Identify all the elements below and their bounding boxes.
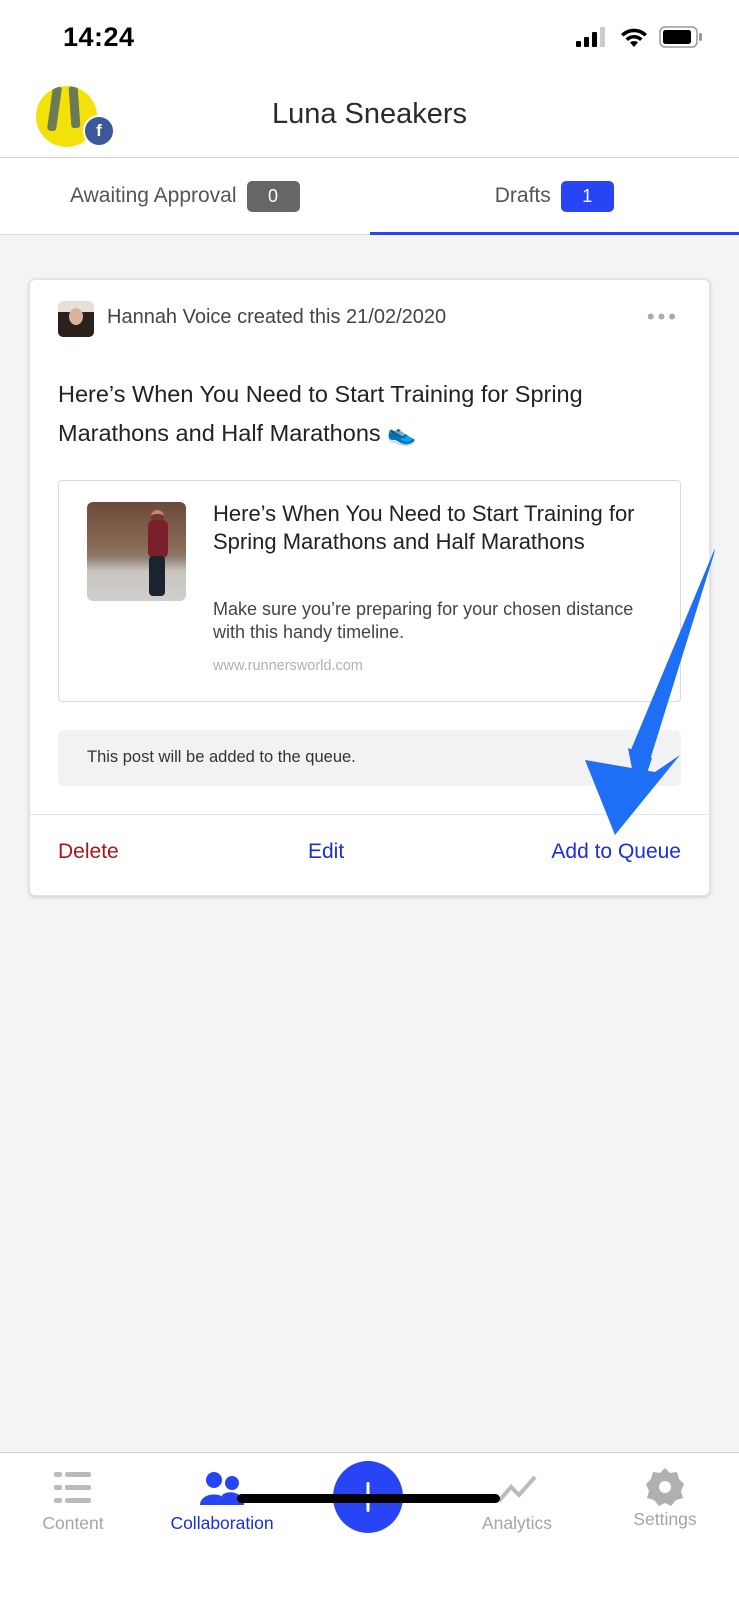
more-options-button[interactable]: ••• — [647, 304, 679, 330]
tab-drafts[interactable]: Drafts 1 — [369, 158, 739, 235]
home-indicator[interactable] — [237, 1494, 500, 1503]
nav-content[interactable]: Content — [8, 1471, 138, 1534]
author-avatar — [58, 301, 94, 337]
link-thumbnail — [87, 502, 186, 601]
app-header: f Luna Sneakers — [0, 80, 739, 158]
post-meta: Hannah Voice created this 21/02/2020 — [107, 306, 447, 328]
nav-label: Settings — [633, 1509, 697, 1529]
list-icon — [54, 1472, 91, 1503]
edit-button[interactable]: Edit — [308, 840, 344, 864]
active-tab-indicator — [369, 232, 739, 235]
link-url: www.runnersworld.com — [213, 658, 363, 674]
annotation-arrow-icon — [585, 548, 715, 835]
nav-label: Analytics — [481, 1513, 553, 1533]
status-time: 14:24 — [63, 22, 135, 52]
nav-settings[interactable]: Settings — [600, 1468, 730, 1530]
count-badge: 0 — [246, 180, 300, 212]
tab-awaiting-approval[interactable]: Awaiting Approval 0 — [0, 158, 370, 234]
tab-label: Drafts — [494, 184, 551, 207]
page-title: Luna Sneakers — [271, 98, 468, 130]
delete-button[interactable]: Delete — [58, 840, 119, 864]
status-bar: 14:24 — [0, 0, 739, 80]
nav-label: Content — [42, 1513, 104, 1533]
wifi-icon — [621, 28, 647, 47]
gear-icon — [646, 1468, 684, 1506]
tab-bar: Awaiting Approval 0 Drafts 1 — [0, 158, 739, 235]
analytics-icon — [497, 1475, 537, 1503]
post-text: Here’s When You Need to Start Training f… — [58, 381, 583, 446]
bottom-navigation: Content Collaboration Analytics Settings — [0, 1452, 739, 1600]
link-description: Make sure you’re preparing for your chos… — [213, 599, 634, 642]
battery-icon — [659, 26, 702, 48]
add-to-queue-button[interactable]: Add to Queue — [551, 840, 681, 864]
status-icons — [575, 26, 703, 48]
tab-label: Awaiting Approval — [69, 184, 237, 207]
nav-label: Collaboration — [170, 1513, 274, 1533]
count-badge: 1 — [560, 180, 614, 212]
cellular-signal-icon — [576, 27, 605, 47]
